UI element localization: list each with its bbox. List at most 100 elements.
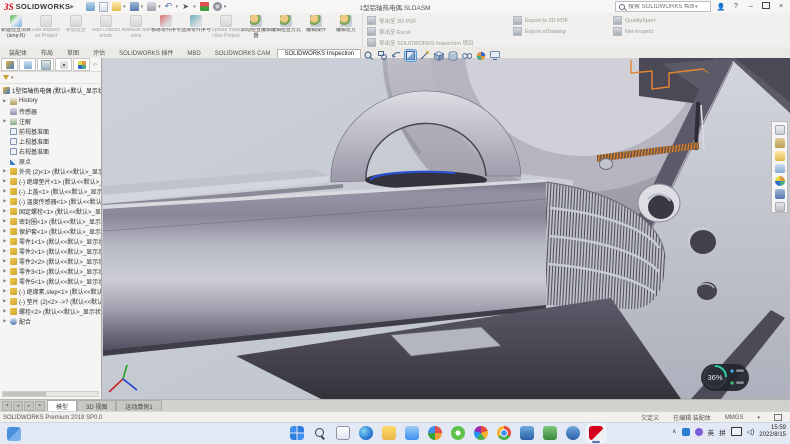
tree-item[interactable]: ▶ 螺栓<2> (默认<<默认>_显示状态 [0, 306, 101, 316]
ribbon-button[interactable]: 编辑操作 [301, 14, 331, 35]
tree-item[interactable]: ▶ (-) 上盖<1> (默认<<默认>_显示状 [0, 186, 101, 196]
ime-mode-indicator[interactable]: 拼 [719, 427, 726, 437]
custom-properties-icon[interactable] [775, 189, 785, 199]
chrome-icon[interactable] [497, 426, 511, 440]
task-view-icon[interactable] [336, 426, 350, 440]
tree-item[interactable]: ▶ History [0, 96, 101, 106]
tree-item[interactable]: 右视基准面 [0, 146, 101, 156]
tray-expand-icon[interactable]: ∧ [672, 428, 676, 435]
open-caret-icon[interactable]: ▾ [123, 4, 126, 10]
ribbon-button[interactable]: 编辑宏方 [331, 14, 361, 35]
ribbon-tab[interactable]: SOLIDWORKS Inspection [277, 49, 361, 58]
expand-arrow-icon[interactable]: ▶ [3, 298, 8, 304]
units-caret-icon[interactable]: ▾ [757, 415, 760, 421]
expand-arrow-icon[interactable]: ▶ [3, 168, 8, 174]
help-button[interactable]: ? [731, 3, 741, 10]
tree-horizontal-scrollbar[interactable] [2, 391, 99, 397]
tab-scroll-prev-icon[interactable]: ◂ [13, 401, 23, 411]
expand-arrow-icon[interactable]: ▶ [3, 178, 8, 184]
volume-icon[interactable]: ◁) [747, 428, 755, 436]
graphics-viewport[interactable]: 36% [103, 58, 790, 399]
expand-arrow-icon[interactable]: ▶ [3, 218, 8, 224]
tree-item[interactable]: ▶ 固定螺栓<1> (默认<<默认>_显示状 [0, 206, 101, 216]
ribbon-button[interactable]: Update Inspection Project [211, 14, 241, 41]
close-button[interactable]: × [776, 3, 786, 10]
solidworks-resources-icon[interactable] [775, 125, 785, 135]
ribbon-tab[interactable]: MBD [180, 49, 207, 58]
tree-item[interactable]: 原点 [0, 156, 101, 166]
open-icon[interactable] [112, 2, 121, 11]
ribbon-tab[interactable]: 布局 [34, 46, 60, 58]
view-orientation-icon[interactable] [433, 50, 444, 61]
tree-item[interactable]: ▶ 注解 [0, 116, 101, 126]
ribbon-tab[interactable]: SOLIDWORKS CAM [208, 49, 278, 58]
print-caret-icon[interactable]: ▾ [158, 4, 161, 10]
tab-scroll-first-icon[interactable]: ⯇ [2, 401, 12, 411]
section-view-icon[interactable] [405, 50, 416, 61]
expand-arrow-icon[interactable]: ▶ [3, 248, 8, 254]
tree-item[interactable]: ▶ 密封圈<1> (默认<<默认>_显示状 [0, 216, 101, 226]
expand-arrow-icon[interactable]: ▶ [3, 208, 8, 214]
zoom-area-icon[interactable] [377, 50, 388, 61]
ribbon-export-item[interactable]: 导出至 2D PDF [367, 16, 505, 25]
minimize-button[interactable]: – [746, 3, 756, 10]
status-tag-icon[interactable] [774, 414, 782, 421]
ribbon-button[interactable]: Add Characteristic [91, 14, 121, 41]
edit-appearance-icon[interactable] [475, 50, 486, 61]
tree-item[interactable]: 传感器 [0, 106, 101, 116]
zoom-fit-icon[interactable] [363, 50, 374, 61]
app-blue-icon[interactable] [520, 426, 534, 440]
filter-caret-icon[interactable]: ▾ [11, 75, 14, 81]
design-library-icon[interactable] [775, 138, 785, 148]
solidworks-taskbar-icon[interactable] [589, 426, 603, 440]
expand-arrow-icon[interactable]: ▶ [3, 98, 8, 104]
ribbon-export-item[interactable]: 导出至 SOLIDWORKS Inspection 项目 [367, 38, 505, 47]
ribbon-export-item[interactable]: QualityXpert [613, 16, 691, 25]
options-caret-icon[interactable]: ▾ [224, 4, 227, 10]
expand-arrow-icon[interactable]: ▶ [3, 318, 8, 324]
undo-icon[interactable]: ↶ [165, 2, 174, 11]
tree-item[interactable]: ▶ 零件3<1> (默认<<默认>_显示状态 [0, 266, 101, 276]
wps-doc-icon[interactable] [566, 426, 580, 440]
start-button-icon[interactable] [290, 426, 304, 440]
tree-item[interactable]: ▶ 零件1<1> (默认<<默认>_显示状态 [0, 236, 101, 246]
tree-item[interactable]: ▶ (-) 垫片 (2)<2> ->? (默认<<默认> [0, 296, 101, 306]
ime-language-indicator[interactable]: 英 [708, 427, 715, 437]
tab-feature-tree[interactable] [1, 58, 18, 71]
ribbon-button[interactable]: 选择零件序号 [181, 14, 211, 35]
status-units-label[interactable]: MMGS [725, 415, 744, 421]
ribbon-tab[interactable]: 评估 [86, 46, 112, 58]
tree-item[interactable]: ▶ (-) 绝缘素.step<1> (默认<<默认> [0, 286, 101, 296]
ribbon-button[interactable]: 移除零件序号 [151, 14, 181, 35]
user-account-icon[interactable]: 👤 [716, 3, 726, 11]
tree-item[interactable]: 前视基准面 [0, 126, 101, 136]
ribbon-button[interactable]: 编辑检查方式 [271, 14, 301, 35]
new-document-icon[interactable] [99, 2, 108, 12]
tab-scroll-next-icon[interactable]: ▸ [24, 401, 34, 411]
expand-arrow-icon[interactable]: ▶ [3, 238, 8, 244]
tree-item[interactable]: ▶ 外壳 (2)<1> (默认<<默认>_显示状 [0, 166, 101, 176]
tree-item[interactable]: ▶ 零件5<1> (默认<<默认>_显示状态 [0, 276, 101, 286]
taskbar-clock[interactable]: 15:59 2022/8/15 [759, 425, 786, 439]
inspection-pane-icon[interactable] [775, 202, 785, 212]
ribbon-export-item[interactable]: Export to 3D PDF [513, 16, 605, 25]
tree-item[interactable]: ▶ (-) 绝缘垫片<1> (默认<<默认>_显 [0, 176, 101, 186]
previous-view-icon[interactable] [391, 50, 402, 61]
options-icon[interactable] [213, 2, 222, 11]
ribbon-tab[interactable]: SOLIDWORKS 插件 [112, 46, 180, 58]
file-explorer-taskbar-icon[interactable] [382, 426, 396, 440]
tree-item[interactable]: ▶ 零件2<1> (默认<<默认>_显示状态 [0, 246, 101, 256]
tree-item[interactable]: 上视基准面 [0, 136, 101, 146]
undo-caret-icon[interactable]: ▾ [176, 4, 179, 10]
ribbon-button[interactable]: 启动检查编辑器 [241, 14, 271, 41]
file-explorer-icon[interactable] [775, 151, 785, 161]
rebuild-traffic-light-icon[interactable] [200, 2, 209, 11]
widgets-icon[interactable] [7, 427, 21, 441]
ribbon-tab[interactable]: 草图 [60, 46, 86, 58]
zoom-indicator[interactable]: 36% [701, 364, 749, 391]
menu-expand-arrow[interactable]: ▶ [70, 4, 74, 10]
tree-item[interactable]: ▶ 配合 [0, 316, 101, 326]
save-icon[interactable] [130, 2, 139, 11]
appearances-scenes-icon[interactable] [775, 176, 785, 186]
tree-item[interactable]: ▶ (-) 温度传感器<1> (默认<<默认>_ [0, 196, 101, 206]
